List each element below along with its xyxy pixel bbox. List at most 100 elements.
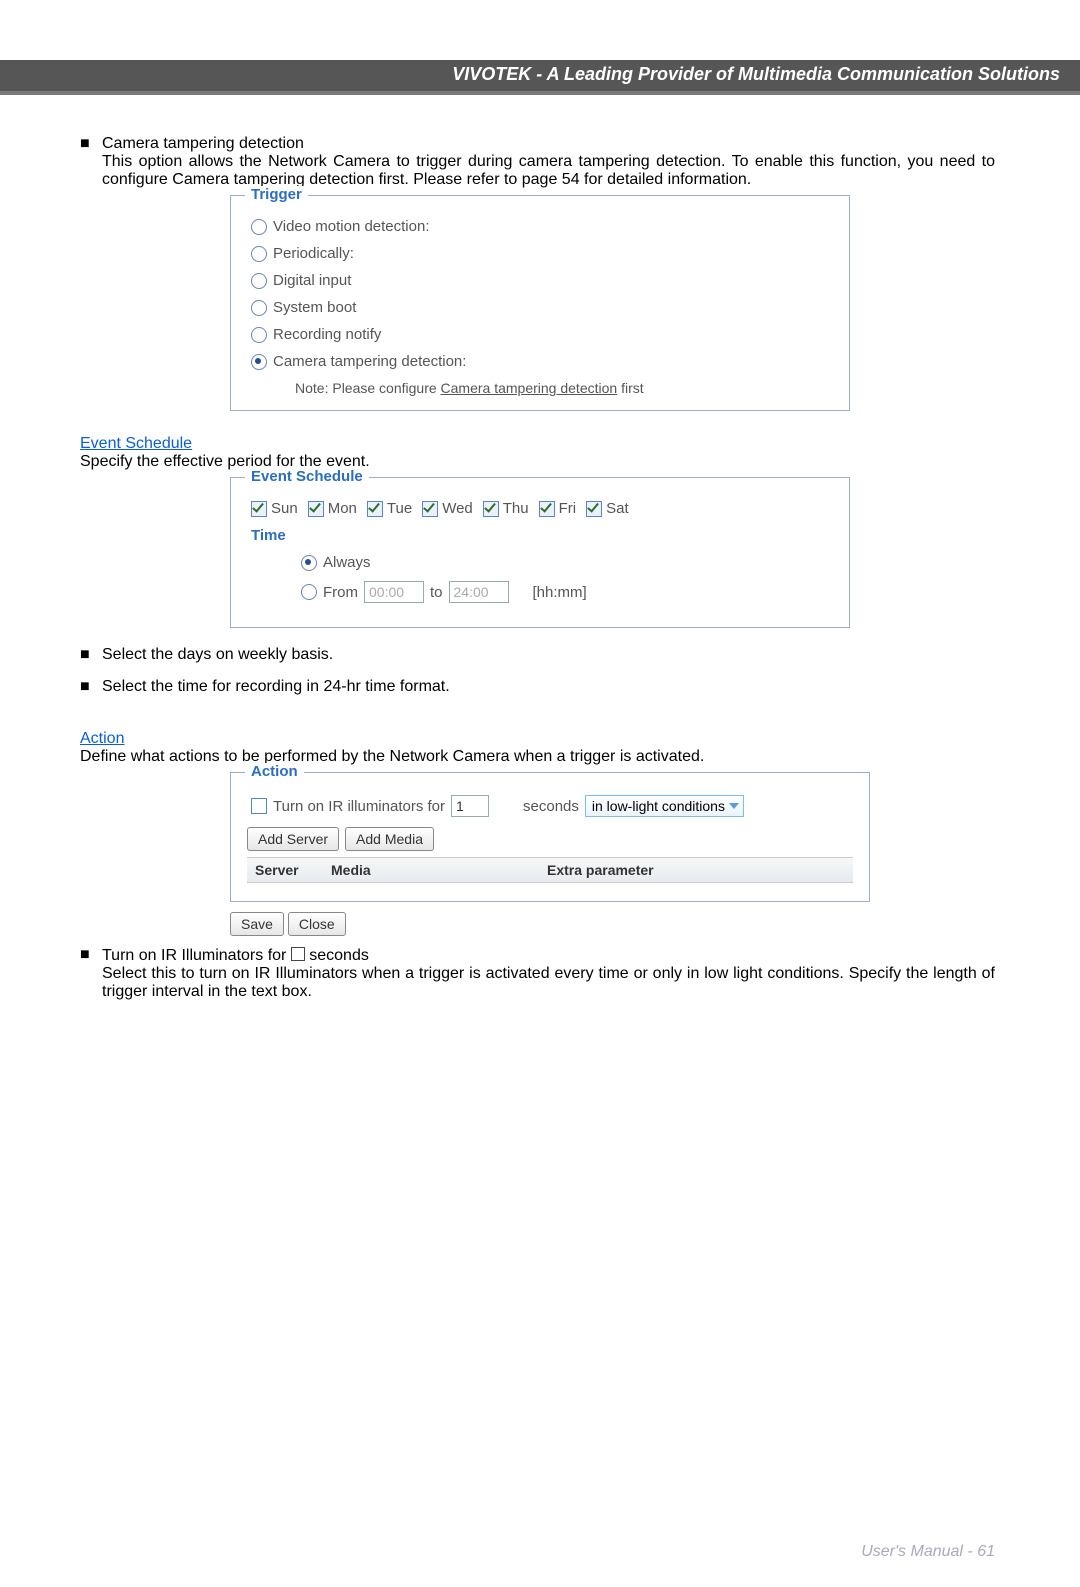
lbl-always: Always <box>323 554 371 571</box>
opt-video-motion[interactable]: Video motion detection: <box>251 218 833 235</box>
opt-recording-notify[interactable]: Recording notify <box>251 326 833 343</box>
radio-icon <box>251 219 267 235</box>
chk-fri[interactable] <box>539 501 555 517</box>
bullet-mark: ■ <box>80 646 102 664</box>
bullet-mark: ■ <box>80 946 102 965</box>
bullet-select-time: ■ Select the time for recording in 24-hr… <box>80 678 995 696</box>
title-event-schedule: Event Schedule <box>80 435 192 452</box>
from-input[interactable]: 00:00 <box>364 581 424 603</box>
page-content: ■ Camera tampering detection This option… <box>0 95 1080 1001</box>
chk-wed[interactable] <box>422 501 438 517</box>
bullet-text-ir: Turn on IR Illuminators for seconds <box>102 946 369 965</box>
opt-label: System boot <box>273 299 356 316</box>
figure-schedule: Event Schedule Sun Mon Tue Wed Thu Fri S… <box>230 477 850 628</box>
link-camera-tampering[interactable]: Camera tampering detection <box>441 380 618 396</box>
opt-system-boot[interactable]: System boot <box>251 299 833 316</box>
ir-pre: Turn on IR Illuminators for <box>102 947 291 964</box>
ir-post: seconds <box>305 947 369 964</box>
ir-select[interactable]: in low-light conditions <box>585 795 744 817</box>
save-button[interactable]: Save <box>230 912 284 936</box>
radio-icon <box>251 327 267 343</box>
para-ir: Select this to turn on IR Illuminators w… <box>102 965 995 1001</box>
figure-trigger: Trigger Video motion detection: Periodic… <box>230 195 850 411</box>
lbl-sun: Sun <box>271 500 298 517</box>
lbl-tue: Tue <box>387 500 412 517</box>
close-button[interactable]: Close <box>288 912 346 936</box>
chk-mon[interactable] <box>308 501 324 517</box>
chk-tue[interactable] <box>367 501 383 517</box>
opt-periodically[interactable]: Periodically: <box>251 245 833 262</box>
para-camera-tampering: This option allows the Network Camera to… <box>102 153 995 189</box>
fieldset-schedule: Event Schedule Sun Mon Tue Wed Thu Fri S… <box>230 477 850 628</box>
radio-icon <box>301 555 317 571</box>
lbl-mon: Mon <box>328 500 357 517</box>
add-media-button[interactable]: Add Media <box>345 827 434 851</box>
fieldset-trigger: Trigger Video motion detection: Periodic… <box>230 195 850 411</box>
chk-sun[interactable] <box>251 501 267 517</box>
table-header: Server Media Extra parameter <box>247 857 853 883</box>
bullet-select-days: ■ Select the days on weekly basis. <box>80 646 995 664</box>
ir-input[interactable]: 1 <box>451 795 489 817</box>
time-label: Time <box>251 527 833 544</box>
radio-icon <box>251 300 267 316</box>
bullet-text: Select the time for recording in 24-hr t… <box>102 678 450 696</box>
opt-label: Digital input <box>273 272 351 289</box>
chk-sat[interactable] <box>586 501 602 517</box>
bullet-camera-tampering: ■ Camera tampering detection <box>80 135 995 153</box>
th-server: Server <box>247 858 323 882</box>
radio-icon <box>251 354 267 370</box>
opt-label: Recording notify <box>273 326 381 343</box>
opt-digital-input[interactable]: Digital input <box>251 272 833 289</box>
lbl-seconds: seconds <box>523 798 579 815</box>
note-post: first <box>617 380 643 396</box>
bullet-title: Camera tampering detection <box>102 135 304 153</box>
para-event-schedule: Specify the effective period for the eve… <box>80 453 995 471</box>
opt-label: Periodically: <box>273 245 354 262</box>
checkbox-icon <box>291 947 305 961</box>
lbl-hhmm: [hh:mm] <box>533 584 587 601</box>
opt-always[interactable]: Always <box>301 554 833 571</box>
legend-trigger: Trigger <box>245 186 308 203</box>
page-footer: User's Manual - 61 <box>861 1543 995 1561</box>
add-server-button[interactable]: Add Server <box>247 827 339 851</box>
trigger-note: Note: Please configure Camera tampering … <box>295 380 833 396</box>
to-input[interactable]: 24:00 <box>449 581 509 603</box>
save-close-row: Save Close <box>230 912 870 936</box>
th-media: Media <box>323 858 539 882</box>
para-action: Define what actions to be performed by t… <box>80 748 995 766</box>
lbl-sat: Sat <box>606 500 629 517</box>
lbl-from: From <box>323 584 358 601</box>
opt-camera-tampering[interactable]: Camera tampering detection: <box>251 353 833 370</box>
fieldset-action: Action Turn on IR illuminators for 1 sec… <box>230 772 870 902</box>
radio-icon <box>301 584 317 600</box>
bullet-ir: ■ Turn on IR Illuminators for seconds <box>80 946 995 965</box>
figure-action: Action Turn on IR illuminators for 1 sec… <box>230 772 870 936</box>
bullet-text: Select the days on weekly basis. <box>102 646 333 664</box>
lbl-thu: Thu <box>503 500 529 517</box>
th-extra: Extra parameter <box>539 858 853 882</box>
bullet-mark: ■ <box>80 135 102 153</box>
section-action: Action <box>80 730 995 748</box>
opt-from[interactable]: From 00:00 to 24:00 [hh:mm] <box>301 581 833 603</box>
bullet-mark: ■ <box>80 678 102 696</box>
title-action: Action <box>80 730 124 747</box>
days-row: Sun Mon Tue Wed Thu Fri Sat <box>251 500 833 517</box>
chk-ir[interactable] <box>251 798 267 814</box>
section-event-schedule: Event Schedule <box>80 435 995 453</box>
header-title: VIVOTEK - A Leading Provider of Multimed… <box>452 64 1060 84</box>
opt-label: Video motion detection: <box>273 218 430 235</box>
lbl-ir: Turn on IR illuminators for <box>273 798 445 815</box>
lbl-to: to <box>430 584 443 601</box>
lbl-wed: Wed <box>442 500 473 517</box>
ir-row: Turn on IR illuminators for 1 seconds in… <box>251 795 853 817</box>
sel-value: in low-light conditions <box>592 798 725 814</box>
opt-label: Camera tampering detection: <box>273 353 466 370</box>
header-banner: VIVOTEK - A Leading Provider of Multimed… <box>0 60 1080 95</box>
legend-action: Action <box>245 763 304 780</box>
chevron-down-icon <box>729 803 739 809</box>
note-pre: Note: Please configure <box>295 380 441 396</box>
legend-schedule: Event Schedule <box>245 468 369 485</box>
radio-icon <box>251 273 267 289</box>
radio-icon <box>251 246 267 262</box>
chk-thu[interactable] <box>483 501 499 517</box>
